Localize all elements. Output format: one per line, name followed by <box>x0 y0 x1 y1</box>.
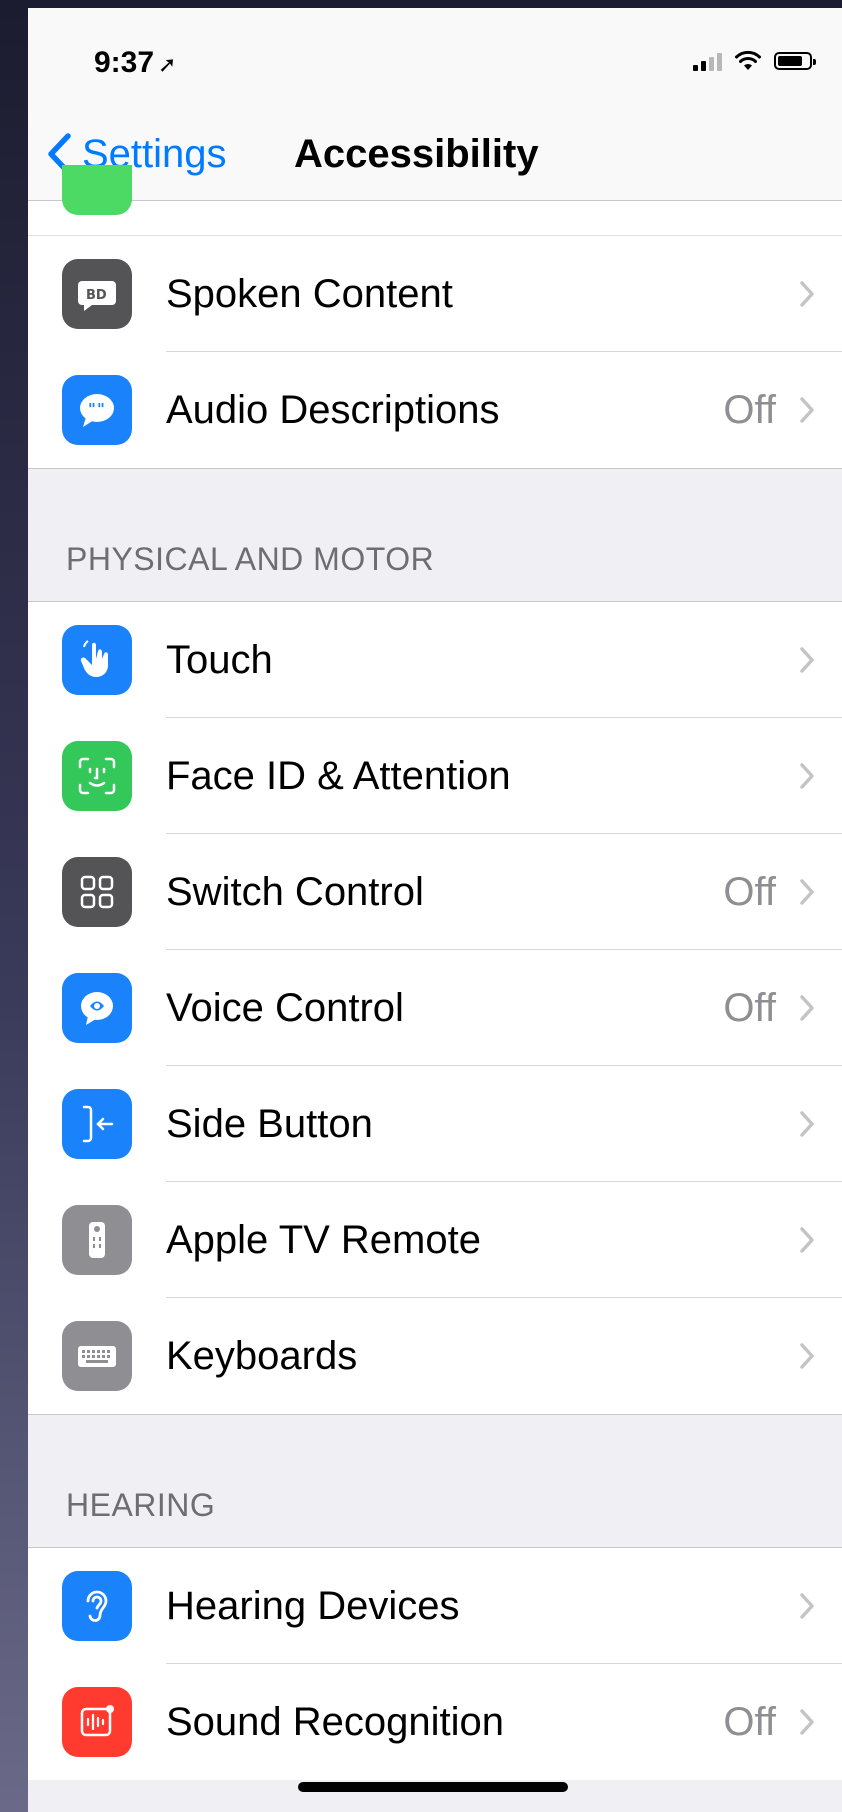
row-side-button[interactable]: Side Button <box>28 1066 842 1182</box>
row-switch-control[interactable]: Switch Control Off <box>28 834 842 950</box>
svg-text:": " <box>97 400 105 418</box>
partial-row-icon <box>62 165 132 215</box>
chevron-right-icon <box>800 879 814 905</box>
spoken-content-icon: BD <box>62 259 132 329</box>
switch-control-icon <box>62 857 132 927</box>
row-label: Hearing Devices <box>166 1583 460 1628</box>
row-label: Spoken Content <box>166 271 453 316</box>
row-label: Switch Control <box>166 869 424 914</box>
voice-control-icon <box>62 973 132 1043</box>
side-button-icon <box>62 1089 132 1159</box>
vision-group: BD Spoken Content " " Audio Descriptions … <box>28 236 842 469</box>
row-apple-tv-remote[interactable]: Apple TV Remote <box>28 1182 842 1298</box>
apple-tv-remote-icon <box>62 1205 132 1275</box>
row-label: Side Button <box>166 1101 373 1146</box>
chevron-right-icon <box>800 1593 814 1619</box>
row-label: Sound Recognition <box>166 1699 505 1744</box>
svg-text:": " <box>88 400 96 418</box>
keyboards-icon <box>62 1321 132 1391</box>
row-label: Keyboards <box>166 1333 358 1378</box>
chevron-right-icon <box>800 647 814 673</box>
status-icons <box>693 50 816 72</box>
chevron-right-icon <box>800 397 814 423</box>
row-label: Touch <box>166 637 273 682</box>
row-label: Audio Descriptions <box>166 387 500 432</box>
status-bar: 9:37 ➚ <box>28 8 842 108</box>
row-spoken-content[interactable]: BD Spoken Content <box>28 236 842 352</box>
cellular-signal-icon <box>693 51 722 71</box>
battery-icon <box>774 52 816 70</box>
hearing-devices-icon <box>62 1571 132 1641</box>
row-face-id[interactable]: Face ID & Attention <box>28 718 842 834</box>
row-label: Apple TV Remote <box>166 1217 481 1262</box>
chevron-right-icon <box>800 1111 814 1137</box>
partial-list-item[interactable] <box>28 165 842 236</box>
row-value: Off <box>723 387 776 432</box>
section-header-physical: PHYSICAL AND MOTOR <box>66 541 435 577</box>
settings-list[interactable]: BD Spoken Content " " Audio Descriptions … <box>28 165 842 1780</box>
wifi-icon <box>735 50 761 70</box>
chevron-right-icon <box>800 1709 814 1735</box>
hearing-group: Hearing Devices Sound Recognition Off <box>28 1547 842 1780</box>
home-indicator[interactable] <box>298 1782 568 1792</box>
row-keyboards[interactable]: Keyboards <box>28 1298 842 1414</box>
section-header-hearing: HEARING <box>66 1487 216 1523</box>
physical-motor-group: Touch Face ID & Attention Switch Control <box>28 601 842 1415</box>
svg-text:BD: BD <box>86 288 107 303</box>
row-value: Off <box>723 985 776 1030</box>
chevron-right-icon <box>800 1343 814 1369</box>
chevron-right-icon <box>800 763 814 789</box>
row-audio-descriptions[interactable]: " " Audio Descriptions Off <box>28 352 842 468</box>
row-touch[interactable]: Touch <box>28 602 842 718</box>
navigation-bar: Settings Accessibility <box>28 108 842 201</box>
clock: 9:37 <box>94 46 155 79</box>
row-sound-recognition[interactable]: Sound Recognition Off <box>28 1664 842 1780</box>
audio-descriptions-icon: " " <box>62 375 132 445</box>
chevron-right-icon <box>800 1227 814 1253</box>
page-title: Accessibility <box>294 132 539 176</box>
row-voice-control[interactable]: Voice Control Off <box>28 950 842 1066</box>
chevron-right-icon <box>800 281 814 307</box>
phone-screen: 9:37 ➚ Settings Accessibility BD Spoken … <box>28 8 842 1812</box>
face-id-icon <box>62 741 132 811</box>
status-time: 9:37 ➚ <box>94 46 176 80</box>
row-label: Voice Control <box>166 985 404 1030</box>
touch-icon <box>62 625 132 695</box>
location-icon: ➚ <box>158 52 177 77</box>
row-label: Face ID & Attention <box>166 753 511 798</box>
row-value: Off <box>723 1699 776 1744</box>
sound-recognition-icon <box>62 1687 132 1757</box>
chevron-right-icon <box>800 995 814 1021</box>
row-value: Off <box>723 869 776 914</box>
row-hearing-devices[interactable]: Hearing Devices <box>28 1548 842 1664</box>
